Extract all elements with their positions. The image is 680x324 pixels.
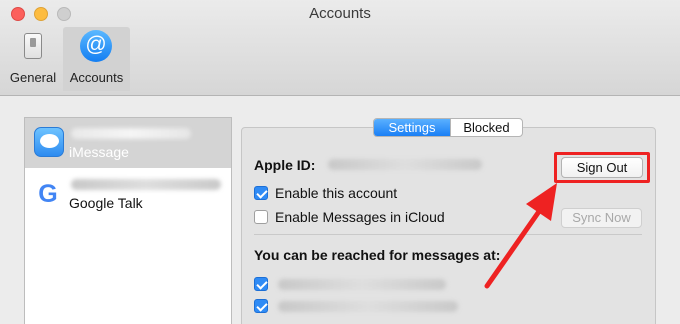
redacted-account-address — [71, 179, 221, 190]
tab-general[interactable]: General — [4, 27, 62, 91]
reach-address-checkbox[interactable] — [254, 299, 268, 313]
tab-accounts-label: Accounts — [69, 70, 124, 85]
account-name-google-talk: Google Talk — [69, 195, 143, 211]
account-row-imessage[interactable]: iMessage — [25, 118, 231, 168]
switch-icon — [24, 33, 42, 59]
redacted-address — [278, 301, 458, 312]
redacted-apple-id — [328, 159, 482, 170]
imessage-icon — [34, 127, 64, 157]
redacted-account-address — [71, 128, 191, 139]
sign-out-button[interactable]: Sign Out — [561, 157, 643, 178]
at-icon: @ — [80, 30, 112, 62]
redacted-address — [278, 279, 446, 290]
apple-id-label: Apple ID: — [254, 157, 316, 173]
enable-account-label: Enable this account — [275, 185, 398, 201]
sync-now-button: Sync Now — [561, 208, 642, 228]
enable-account-checkbox[interactable] — [254, 186, 268, 200]
enable-icloud-checkbox[interactable] — [254, 210, 268, 224]
window-titlebar: Accounts General @ Accounts — [0, 0, 680, 96]
reach-address-checkbox[interactable] — [254, 277, 268, 291]
enable-icloud-label: Enable Messages in iCloud — [275, 209, 445, 225]
google-icon: G — [34, 180, 62, 208]
account-row-google-talk[interactable]: G Google Talk — [25, 170, 231, 220]
tab-general-label: General — [9, 70, 57, 85]
segment-blocked[interactable]: Blocked — [450, 119, 522, 136]
section-divider — [254, 234, 642, 235]
account-list: iMessage G Google Talk — [24, 117, 232, 324]
reachable-at-label: You can be reached for messages at: — [254, 247, 501, 263]
window-title: Accounts — [309, 5, 371, 22]
tab-accounts[interactable]: @ Accounts — [63, 27, 130, 91]
settings-blocked-segmented-control: Settings Blocked — [373, 118, 523, 137]
account-name-imessage: iMessage — [69, 144, 129, 160]
segment-settings[interactable]: Settings — [374, 119, 450, 136]
